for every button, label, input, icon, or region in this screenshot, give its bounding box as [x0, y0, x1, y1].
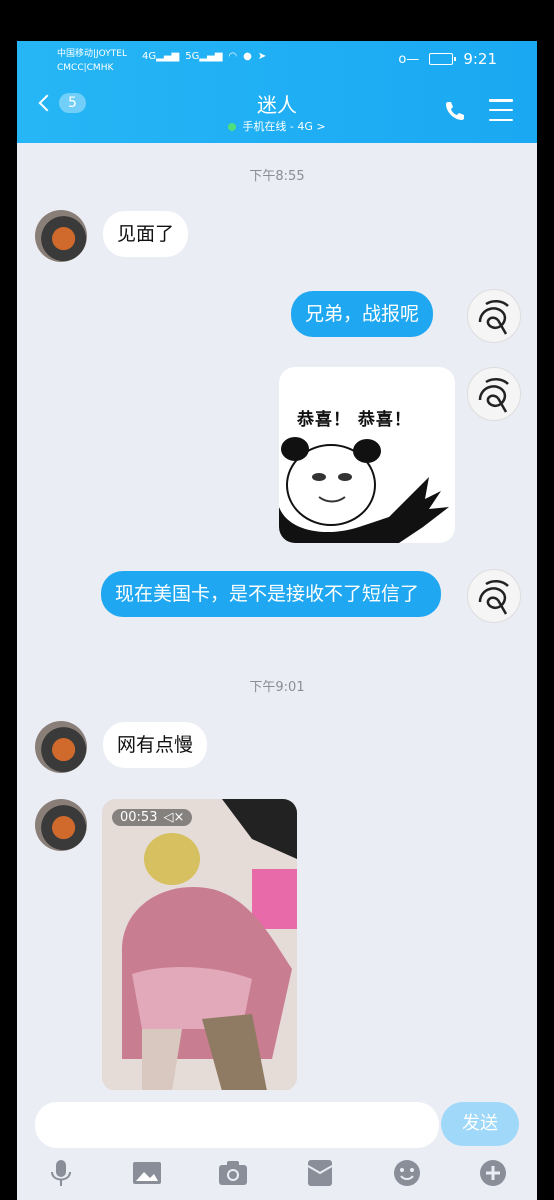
video-message[interactable]: 00:53 ◁×	[102, 799, 297, 1091]
mute-icon: ◁×	[163, 810, 185, 825]
signal-icon-2: 5G▂▄▆	[185, 51, 223, 62]
wifi-icon: ◠	[228, 51, 238, 62]
avatar-drawing-icon	[478, 378, 509, 413]
avatar[interactable]	[35, 210, 87, 262]
video-duration-badge: 00:53 ◁×	[112, 809, 193, 826]
avatar-drawing-icon	[478, 580, 509, 615]
battery-icon	[429, 53, 457, 65]
video-duration: 00:53	[120, 810, 158, 825]
phone-call-icon[interactable]	[443, 99, 467, 123]
composer-toolbar	[17, 1158, 537, 1198]
avatar[interactable]	[467, 569, 521, 623]
avatar[interactable]	[35, 799, 87, 851]
avatar[interactable]	[467, 367, 521, 421]
sticker-caption: 恭喜！ 恭喜！	[297, 410, 412, 430]
image-icon[interactable]	[132, 1158, 162, 1188]
telegram-icon: ➤	[257, 51, 267, 62]
key-icon: o—	[398, 51, 420, 67]
red-packet-icon[interactable]	[305, 1158, 335, 1188]
panda-sticker[interactable]: 恭喜！ 恭喜！	[279, 367, 455, 543]
online-status-text: 手机在线 - 4G >	[242, 120, 326, 133]
panda-icon: ●	[243, 51, 252, 62]
carrier-line1: 中国移动|JOYTEL	[57, 49, 127, 59]
online-dot-icon	[228, 123, 237, 131]
mic-icon[interactable]	[46, 1158, 76, 1188]
chat-header: 中国移动|JOYTEL CMCC|CMHK 4G▂▄▆ 5G▂▄▆ ◠ ● ➤ …	[17, 41, 537, 143]
signal-icons: 4G▂▄▆ 5G▂▄▆ ◠ ● ➤	[142, 51, 266, 62]
status-right: o— 9:21	[398, 50, 497, 68]
message-bubble[interactable]: 现在美国卡，是不是接收不了短信了	[101, 571, 441, 617]
plus-icon[interactable]	[478, 1158, 508, 1188]
message-bubble[interactable]: 见面了	[103, 211, 189, 257]
panda-meme-icon	[279, 437, 449, 543]
video-thumbnail	[102, 799, 297, 1091]
carrier-line2: CMCC|CMHK	[57, 63, 114, 73]
carrier-info: 中国移动|JOYTEL CMCC|CMHK	[57, 47, 127, 75]
timestamp: 下午9:01	[249, 680, 305, 695]
avatar[interactable]	[35, 721, 87, 773]
message-bubble[interactable]: 兄弟，战报呢	[291, 291, 434, 337]
emoji-icon[interactable]	[392, 1158, 422, 1188]
send-button[interactable]: 发送	[441, 1102, 519, 1146]
clock: 9:21	[463, 50, 497, 68]
avatar[interactable]	[467, 289, 521, 343]
signal-icon-1: 4G▂▄▆	[142, 51, 180, 62]
menu-icon[interactable]	[489, 99, 513, 121]
avatar-drawing-icon	[478, 300, 509, 335]
composer-bar: 发送	[17, 1090, 537, 1200]
camera-icon[interactable]	[218, 1158, 248, 1188]
timestamp: 下午8:55	[249, 169, 305, 184]
message-input[interactable]	[35, 1102, 439, 1148]
message-bubble[interactable]: 网有点慢	[103, 722, 208, 768]
chat-screen: 中国移动|JOYTEL CMCC|CMHK 4G▂▄▆ 5G▂▄▆ ◠ ● ➤ …	[17, 41, 537, 1200]
